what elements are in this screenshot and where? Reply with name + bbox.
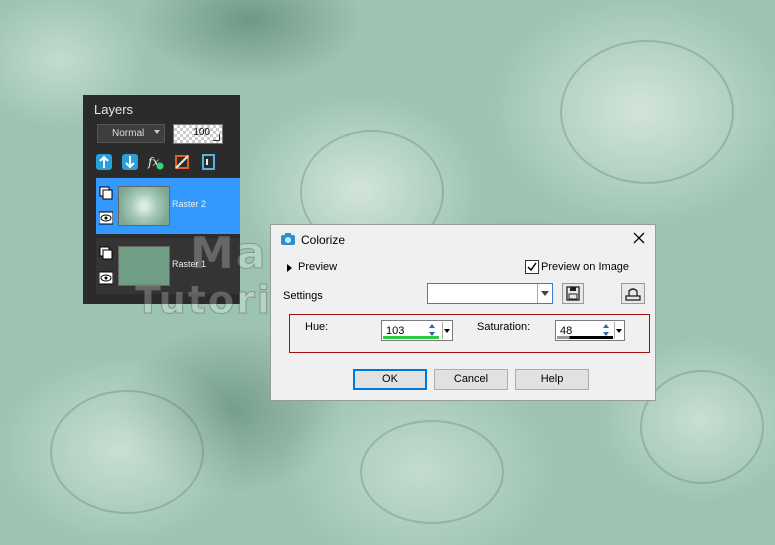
rose-petal-decoration [360, 420, 504, 524]
preview-on-image-checkbox[interactable] [525, 260, 539, 274]
layer-effects-icon[interactable]: fx [147, 153, 165, 171]
visibility-eye-icon[interactable] [99, 211, 113, 225]
help-button[interactable]: Help [515, 369, 589, 390]
colorize-dialog: Colorize Preview Preview on Image Settin… [270, 224, 656, 401]
ok-button[interactable]: OK [353, 369, 427, 390]
layer-type-icon [99, 186, 113, 200]
add-vector-layer-icon[interactable] [121, 153, 139, 171]
blend-mode-value: Normal [112, 128, 145, 139]
close-icon[interactable] [633, 232, 645, 244]
save-preset-button[interactable] [562, 283, 584, 304]
opacity-field[interactable]: 100 [173, 124, 223, 144]
preview-on-image-label[interactable]: Preview on Image [541, 261, 629, 273]
chevron-down-icon[interactable] [537, 284, 552, 303]
settings-label: Settings [283, 290, 323, 302]
layer-name: Raster 2 [172, 199, 207, 209]
saturation-slider-bar[interactable] [557, 336, 613, 339]
floppy-disk-icon [566, 286, 580, 301]
rose-petal-decoration [560, 40, 734, 184]
hue-label: Hue: [305, 321, 329, 333]
resize-grip-icon [213, 134, 220, 141]
rose-petal-decoration [640, 370, 764, 484]
layers-panel-title: Layers [94, 102, 134, 117]
mask-icon[interactable] [173, 153, 191, 171]
layer-row-raster-2[interactable]: Raster 2 [96, 178, 240, 234]
add-raster-layer-icon[interactable] [95, 153, 113, 171]
hue-slider-bar[interactable] [383, 336, 439, 339]
preview-toggle-label[interactable]: Preview [298, 261, 337, 273]
reset-defaults-button[interactable] [621, 283, 645, 304]
opacity-value: 100 [193, 127, 210, 138]
chevron-down-icon[interactable] [614, 322, 623, 339]
saturation-input[interactable]: 48 [555, 320, 625, 341]
blend-mode-dropdown[interactable]: Normal [97, 124, 165, 143]
cancel-button[interactable]: Cancel [434, 369, 508, 390]
chevron-down-icon [154, 130, 160, 134]
rose-petal-decoration [50, 390, 204, 514]
chevron-down-icon[interactable] [442, 322, 451, 339]
group-icon[interactable] [199, 153, 217, 171]
preset-dropdown[interactable] [427, 283, 553, 304]
camera-icon [281, 233, 295, 245]
reset-icon [625, 288, 641, 301]
layer-thumbnail [118, 186, 170, 226]
saturation-label: Saturation: [477, 321, 531, 333]
visibility-eye-icon[interactable] [99, 271, 113, 285]
dialog-title: Colorize [301, 233, 346, 247]
layer-type-icon [99, 246, 113, 260]
hue-input[interactable]: 103 [381, 320, 453, 341]
expand-preview-icon[interactable] [287, 264, 292, 272]
